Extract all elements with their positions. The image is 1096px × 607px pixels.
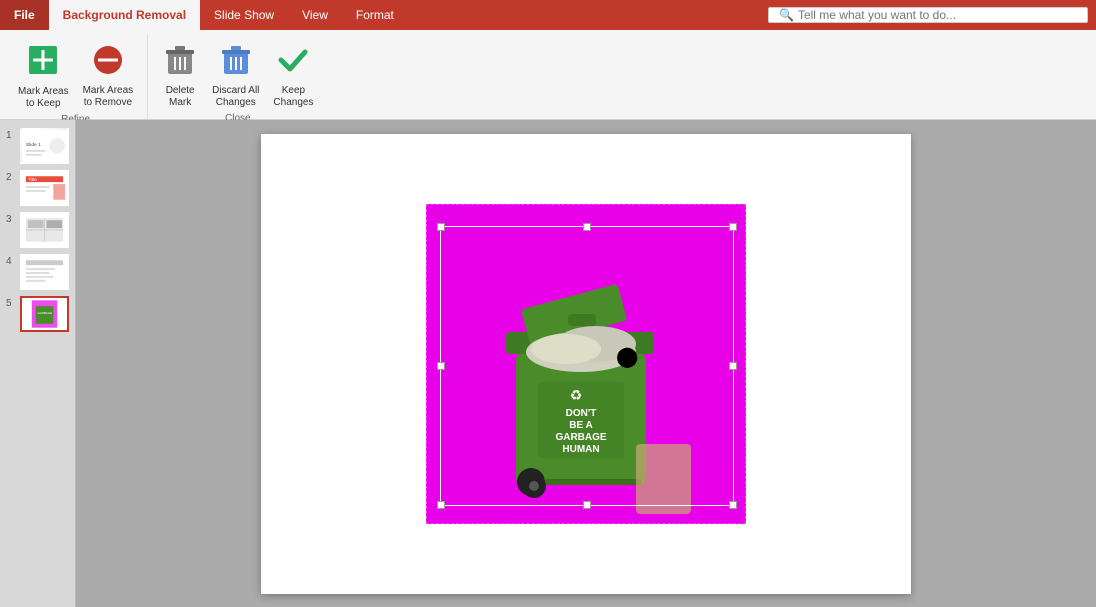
tab-view[interactable]: View — [288, 0, 342, 30]
tab-background-removal[interactable]: Background Removal — [49, 0, 200, 30]
slide-canvas: ♻ DON'T BE A GARBAGE HUMAN — [261, 134, 911, 594]
search-icon: 🔍 — [779, 8, 794, 22]
svg-text:Slide 1: Slide 1 — [26, 142, 41, 148]
svg-text:BE A: BE A — [569, 420, 593, 431]
tab-format[interactable]: Format — [342, 0, 408, 30]
close-buttons: DeleteMark Discard AllChanges — [156, 34, 319, 113]
slide-image-3 — [20, 212, 69, 248]
discard-all-changes-button[interactable]: Discard AllChanges — [206, 38, 265, 113]
ribbon-group-refine: Mark Areasto Keep Mark Areasto Remove Re… — [4, 34, 148, 119]
slide-thumb-5[interactable]: 5 GARBAGE — [6, 296, 69, 332]
slide-num-4: 4 — [6, 254, 16, 267]
delete-mark-button[interactable]: DeleteMark — [156, 38, 204, 113]
slide-image-4 — [20, 254, 69, 290]
slide-image-2: Title — [20, 170, 69, 206]
delete-mark-label: DeleteMark — [166, 85, 195, 109]
slide-image-5: GARBAGE — [20, 296, 69, 332]
svg-text:DON'T: DON'T — [566, 408, 597, 419]
search-input[interactable] — [798, 8, 1077, 22]
refine-buttons: Mark Areasto Keep Mark Areasto Remove — [12, 34, 139, 114]
mark-areas-to-keep-button[interactable]: Mark Areasto Keep — [12, 38, 75, 114]
mark-keep-label: Mark Areasto Keep — [18, 86, 69, 110]
slide-thumb-1[interactable]: 1 Slide 1 — [6, 128, 69, 164]
svg-text:GARBAGE: GARBAGE — [38, 311, 53, 315]
ribbon-tabs: File Background Removal Slide Show View … — [0, 0, 1096, 30]
tab-slide-show[interactable]: Slide Show — [200, 0, 288, 30]
slide-num-2: 2 — [6, 170, 16, 183]
canvas-area: ♻ DON'T BE A GARBAGE HUMAN — [76, 120, 1096, 607]
slide-image-1: Slide 1 — [20, 128, 69, 164]
mark-areas-to-remove-button[interactable]: Mark Areasto Remove — [77, 38, 140, 113]
slide-thumb-3[interactable]: 3 — [6, 212, 69, 248]
image-container[interactable]: ♻ DON'T BE A GARBAGE HUMAN — [426, 204, 746, 524]
slides-panel: 1 Slide 1 2 Title — [0, 120, 76, 607]
svg-text:Title: Title — [28, 177, 37, 183]
mark-remove-icon — [90, 42, 126, 83]
slide-num-1: 1 — [6, 128, 16, 141]
tab-file[interactable]: File — [0, 0, 49, 30]
keep-changes-button[interactable]: KeepChanges — [267, 38, 319, 113]
slide-num-3: 3 — [6, 212, 16, 225]
trash-can-svg: ♻ DON'T BE A GARBAGE HUMAN — [426, 204, 746, 524]
keep-changes-label: KeepChanges — [273, 85, 313, 109]
svg-text:♻: ♻ — [570, 387, 583, 403]
search-bar[interactable]: 🔍 — [768, 7, 1088, 23]
slide-thumb-2[interactable]: 2 Title — [6, 170, 69, 206]
keep-changes-icon — [275, 42, 311, 83]
mark-remove-label: Mark Areasto Remove — [83, 85, 134, 109]
ribbon-group-close: DeleteMark Discard AllChanges — [148, 34, 327, 119]
slide-num-5: 5 — [6, 296, 16, 309]
ribbon: Mark Areasto Keep Mark Areasto Remove Re… — [0, 30, 1096, 120]
discard-all-changes-label: Discard AllChanges — [212, 85, 259, 109]
slide-thumb-4[interactable]: 4 — [6, 254, 69, 290]
main-layout: 1 Slide 1 2 Title — [0, 120, 1096, 607]
discard-icon — [218, 42, 254, 83]
svg-text:GARBAGE: GARBAGE — [555, 432, 606, 443]
svg-text:HUMAN: HUMAN — [562, 444, 599, 455]
delete-mark-icon — [162, 42, 198, 83]
mark-keep-icon — [25, 42, 61, 84]
